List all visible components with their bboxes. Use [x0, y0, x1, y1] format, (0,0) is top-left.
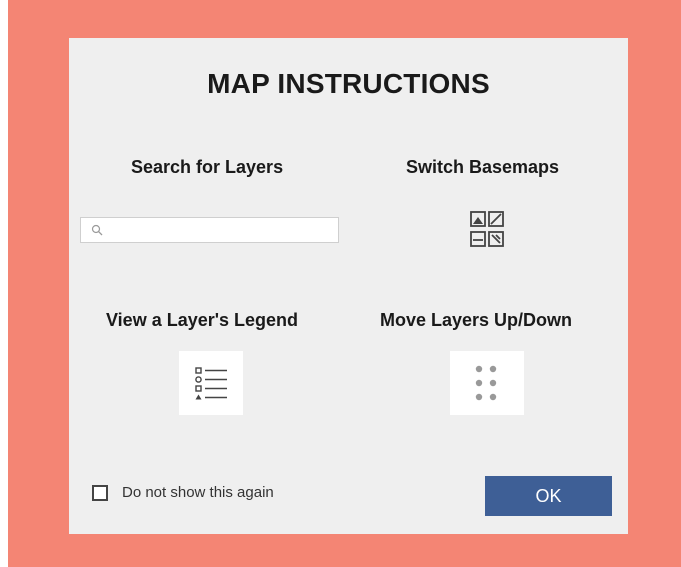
- basemaps-section-label: Switch Basemaps: [406, 157, 560, 177]
- search-box[interactable]: [80, 217, 339, 243]
- drag-handle-icon: [475, 365, 497, 401]
- ok-button[interactable]: OK: [485, 476, 612, 516]
- search-icon: [91, 224, 103, 236]
- move-tile: [450, 351, 524, 415]
- map-instructions-dialog: MAP INSTRUCTIONS Search for Layers Switc…: [69, 38, 628, 534]
- search-section-label: Search for Layers: [131, 157, 284, 177]
- legend-list-icon: [195, 367, 227, 400]
- do-not-show-label[interactable]: Do not show this again: [122, 484, 274, 501]
- do-not-show-checkbox[interactable]: [92, 485, 108, 501]
- move-section-label: Move Layers Up/Down: [380, 310, 573, 330]
- dialog-title: MAP INSTRUCTIONS: [207, 68, 490, 99]
- legend-tile: [179, 351, 243, 415]
- basemap-gallery-icon: [470, 211, 504, 247]
- legend-section-label: View a Layer's Legend: [106, 310, 299, 330]
- search-input[interactable]: [105, 220, 331, 240]
